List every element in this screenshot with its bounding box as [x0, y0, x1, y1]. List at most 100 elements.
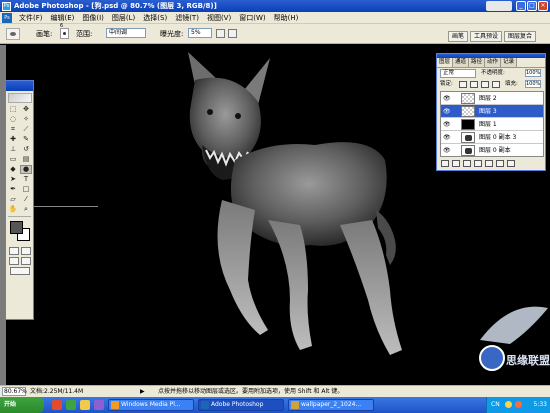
menu-filter[interactable]: 滤镜(T)	[171, 13, 203, 23]
tab-actions[interactable]: 动作	[485, 58, 502, 67]
layer-style-icon[interactable]	[452, 160, 460, 167]
input-language[interactable]: CN	[491, 400, 500, 410]
link-layers-icon[interactable]	[441, 160, 449, 167]
adobe-feather-icon[interactable]	[7, 93, 32, 103]
photoshop-menu-icon[interactable]: Ps	[2, 12, 12, 23]
gradient-tool-icon[interactable]: ▤	[20, 155, 32, 164]
tab-layers[interactable]: 图层	[437, 58, 454, 67]
jump-to-imageready-icon[interactable]	[9, 267, 30, 275]
shape-tool-icon[interactable]: □	[20, 185, 32, 194]
menu-layer[interactable]: 图层(L)	[108, 13, 139, 23]
adjustment-layer-icon[interactable]	[485, 160, 493, 167]
healing-brush-tool-icon[interactable]: ✚	[7, 135, 19, 144]
quick-mask-mode-icon[interactable]	[20, 247, 31, 255]
standard-mode-icon[interactable]	[8, 247, 19, 255]
range-select[interactable]: 中间调	[106, 28, 146, 38]
well-tab-layer-comps[interactable]: 图层复合	[504, 31, 537, 42]
quicklaunch-desktop-icon[interactable]	[66, 400, 76, 410]
exposure-dropdown-icon[interactable]	[216, 29, 225, 38]
tab-history[interactable]: 记录	[501, 58, 518, 67]
eyedropper-tool-icon[interactable]: ⁄	[20, 195, 32, 204]
tray-volume-icon[interactable]	[505, 401, 512, 408]
move-tool-icon[interactable]: ✥	[20, 105, 32, 114]
task-adobe-photoshop[interactable]: Adobe Photoshop	[198, 399, 284, 411]
eye-icon[interactable]: 👁	[443, 134, 451, 141]
brush-tool-icon[interactable]: ✎	[20, 135, 32, 144]
new-layer-icon[interactable]	[496, 160, 504, 167]
marquee-tool-icon[interactable]: ⬚	[7, 105, 19, 114]
menu-select[interactable]: 选择(S)	[139, 13, 171, 23]
path-selection-tool-icon[interactable]: ➤	[7, 175, 19, 184]
task-wallpaper-viewer[interactable]: wallpaper_2_1024...	[288, 399, 374, 411]
new-set-icon[interactable]	[474, 160, 482, 167]
lasso-tool-icon[interactable]: ◌	[7, 115, 19, 124]
blend-mode-select[interactable]: 正常	[440, 69, 476, 78]
trash-icon[interactable]	[507, 160, 515, 167]
crop-tool-icon[interactable]: ⌗	[7, 125, 19, 134]
eraser-tool-icon[interactable]: ▭	[7, 155, 19, 164]
lock-position-icon[interactable]	[481, 81, 489, 88]
foreground-color-swatch[interactable]	[10, 221, 23, 234]
layer-row-selected[interactable]: 👁 图层 3	[441, 105, 543, 118]
eye-icon[interactable]: 👁	[443, 147, 451, 154]
menu-file[interactable]: 文件(F)	[15, 13, 47, 23]
task-windows-media-player[interactable]: Windows Media Pl...	[108, 399, 194, 411]
magic-wand-tool-icon[interactable]: ✧	[20, 115, 32, 124]
notes-tool-icon[interactable]: ▱	[7, 195, 19, 204]
burn-tool-preset-icon[interactable]	[6, 28, 20, 40]
quicklaunch-browser-icon[interactable]	[52, 400, 62, 410]
exposure-value: 5%	[191, 29, 201, 36]
fill-value: 100%	[526, 81, 541, 87]
pen-tool-icon[interactable]: ✒	[7, 185, 19, 194]
clone-stamp-tool-icon[interactable]: ⊥	[7, 145, 19, 154]
lock-image-icon[interactable]	[470, 81, 478, 88]
layer-row[interactable]: 👁 图层 0 副本	[441, 144, 543, 156]
menu-image[interactable]: 图像(I)	[78, 13, 108, 23]
lock-all-icon[interactable]	[492, 81, 500, 88]
quicklaunch-media-icon[interactable]	[80, 400, 90, 410]
type-tool-icon[interactable]: T	[20, 175, 32, 184]
menu-view[interactable]: 视图(V)	[203, 13, 235, 23]
start-button[interactable]: 开始	[0, 397, 44, 413]
standard-screen-mode-icon[interactable]	[8, 257, 19, 265]
clock[interactable]: 5:33	[534, 400, 547, 410]
tab-channels[interactable]: 通道	[453, 58, 470, 67]
toolbox-titlebar[interactable]	[6, 81, 33, 91]
lock-transparency-icon[interactable]	[459, 81, 467, 88]
opacity-input[interactable]: 100%	[525, 69, 541, 77]
tray-network-icon[interactable]	[515, 401, 522, 408]
brush-preview-icon[interactable]	[60, 28, 69, 39]
hand-tool-icon[interactable]: ✋	[7, 205, 19, 214]
fill-input[interactable]: 100%	[525, 80, 541, 88]
status-menu-arrow-icon[interactable]: ▶	[140, 388, 145, 396]
eye-icon[interactable]: 👁	[443, 108, 451, 115]
minimize-button[interactable]: _	[516, 1, 526, 11]
menu-edit[interactable]: 编辑(E)	[47, 13, 79, 23]
menu-window[interactable]: 窗口(W)	[235, 13, 269, 23]
well-tab-tool-presets[interactable]: 工具预设	[470, 31, 503, 42]
full-screen-mode-icon[interactable]	[20, 257, 31, 265]
history-brush-tool-icon[interactable]: ↺	[20, 145, 32, 154]
layer-row[interactable]: 👁 图层 2	[441, 92, 543, 105]
document-size-info[interactable]: 文档:2.25M/11.4M	[30, 387, 83, 396]
eye-icon[interactable]: 👁	[443, 95, 451, 102]
quicklaunch-app-icon[interactable]	[94, 400, 104, 410]
layer-mask-icon[interactable]	[463, 160, 471, 167]
tab-paths[interactable]: 路径	[469, 58, 486, 67]
exposure-input[interactable]: 5%	[188, 28, 212, 38]
airbrush-icon[interactable]	[228, 29, 237, 38]
layer-row[interactable]: 👁 图层 0 副本 3	[441, 131, 543, 144]
maximize-button[interactable]: □	[527, 1, 537, 11]
menu-help[interactable]: 帮助(H)	[270, 13, 303, 23]
range-select-value: 中间调	[109, 29, 128, 36]
well-tab-brushes[interactable]: 画笔	[448, 31, 469, 42]
blur-tool-icon[interactable]: ◆	[7, 165, 19, 174]
zoom-tool-icon[interactable]: ⌕	[20, 205, 32, 214]
close-button[interactable]: ×	[538, 1, 548, 11]
burn-tool-icon[interactable]: ●	[20, 165, 32, 174]
slice-tool-icon[interactable]: ⟋	[20, 125, 32, 134]
zoom-input[interactable]: 80.67%	[2, 387, 27, 396]
layer-row[interactable]: 👁 图层 1	[441, 118, 543, 131]
blend-options-row: 正常 不透明度: 100%	[437, 68, 545, 79]
eye-icon[interactable]: 👁	[443, 121, 451, 128]
